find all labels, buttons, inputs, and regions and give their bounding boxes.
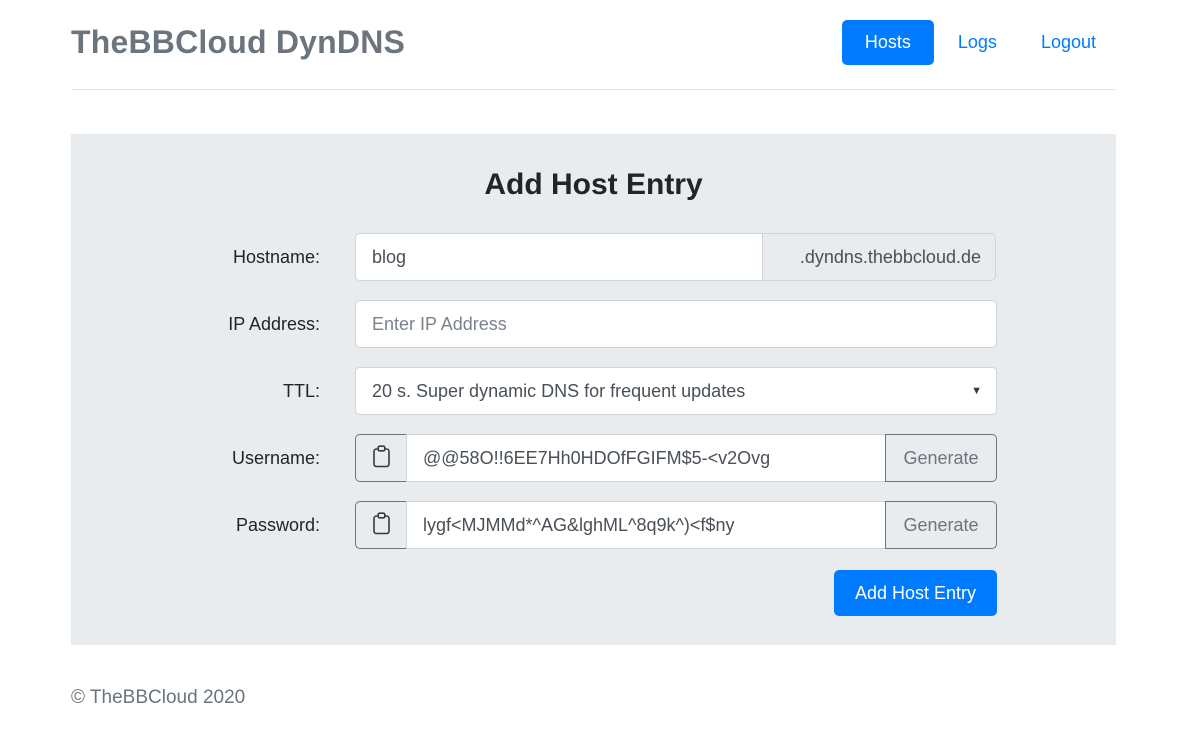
password-input-col: Generate bbox=[355, 501, 997, 549]
password-row: Password: Generate bbox=[71, 501, 997, 549]
ttl-select[interactable]: 20 s. Super dynamic DNS for frequent upd… bbox=[355, 367, 997, 415]
password-label: Password: bbox=[71, 501, 320, 549]
ttl-row: TTL: 20 s. Super dynamic DNS for frequen… bbox=[71, 367, 997, 415]
password-generate-button[interactable]: Generate bbox=[885, 501, 997, 549]
hostname-label: Hostname: bbox=[71, 233, 320, 281]
footer: © TheBBCloud 2020 bbox=[71, 687, 1116, 709]
nav-tab-hosts[interactable]: Hosts bbox=[842, 20, 934, 65]
add-host-entry-button[interactable]: Add Host Entry bbox=[834, 570, 997, 616]
main-nav: Hosts Logs Logout bbox=[842, 20, 1116, 65]
hostname-domain-suffix: .dyndns.thebbcloud.de bbox=[762, 233, 996, 281]
username-input[interactable] bbox=[406, 434, 886, 482]
hostname-input[interactable] bbox=[355, 233, 763, 281]
page: TheBBCloud DynDNS Hosts Logs Logout Add … bbox=[71, 0, 1116, 709]
nav-tab-logs[interactable]: Logs bbox=[938, 20, 1017, 65]
password-input-group: Generate bbox=[355, 501, 997, 549]
password-input[interactable] bbox=[406, 501, 886, 549]
hostname-input-col: .dyndns.thebbcloud.de bbox=[355, 233, 997, 281]
username-copy-button[interactable] bbox=[355, 434, 407, 482]
ip-address-input[interactable] bbox=[355, 300, 997, 348]
clipboard-icon bbox=[372, 445, 391, 471]
clipboard-icon bbox=[372, 512, 391, 538]
ttl-label: TTL: bbox=[71, 367, 320, 415]
form-title: Add Host Entry bbox=[71, 168, 1116, 202]
ip-address-row: IP Address: bbox=[71, 300, 997, 348]
hostname-row: Hostname: .dyndns.thebbcloud.de bbox=[71, 233, 997, 281]
submit-row: Add Host Entry bbox=[71, 570, 997, 616]
ip-input-col bbox=[355, 300, 997, 348]
ip-address-label: IP Address: bbox=[71, 300, 320, 348]
copyright-text: © TheBBCloud 2020 bbox=[71, 687, 245, 708]
add-host-form: Hostname: .dyndns.thebbcloud.de IP Addre… bbox=[71, 233, 997, 616]
hostname-input-group: .dyndns.thebbcloud.de bbox=[355, 233, 997, 281]
username-generate-button[interactable]: Generate bbox=[885, 434, 997, 482]
username-label: Username: bbox=[71, 434, 320, 482]
ttl-select-wrap: 20 s. Super dynamic DNS for frequent upd… bbox=[355, 367, 997, 415]
password-copy-button[interactable] bbox=[355, 501, 407, 549]
site-title: TheBBCloud DynDNS bbox=[71, 24, 405, 61]
nav-tab-logout[interactable]: Logout bbox=[1021, 20, 1116, 65]
username-input-group: Generate bbox=[355, 434, 997, 482]
header: TheBBCloud DynDNS Hosts Logs Logout bbox=[71, 0, 1116, 65]
username-row: Username: Generate bbox=[71, 434, 997, 482]
username-input-col: Generate bbox=[355, 434, 997, 482]
ttl-input-col: 20 s. Super dynamic DNS for frequent upd… bbox=[355, 367, 997, 415]
add-host-card: Add Host Entry Hostname: .dyndns.thebbcl… bbox=[71, 134, 1116, 645]
header-divider bbox=[71, 89, 1116, 90]
